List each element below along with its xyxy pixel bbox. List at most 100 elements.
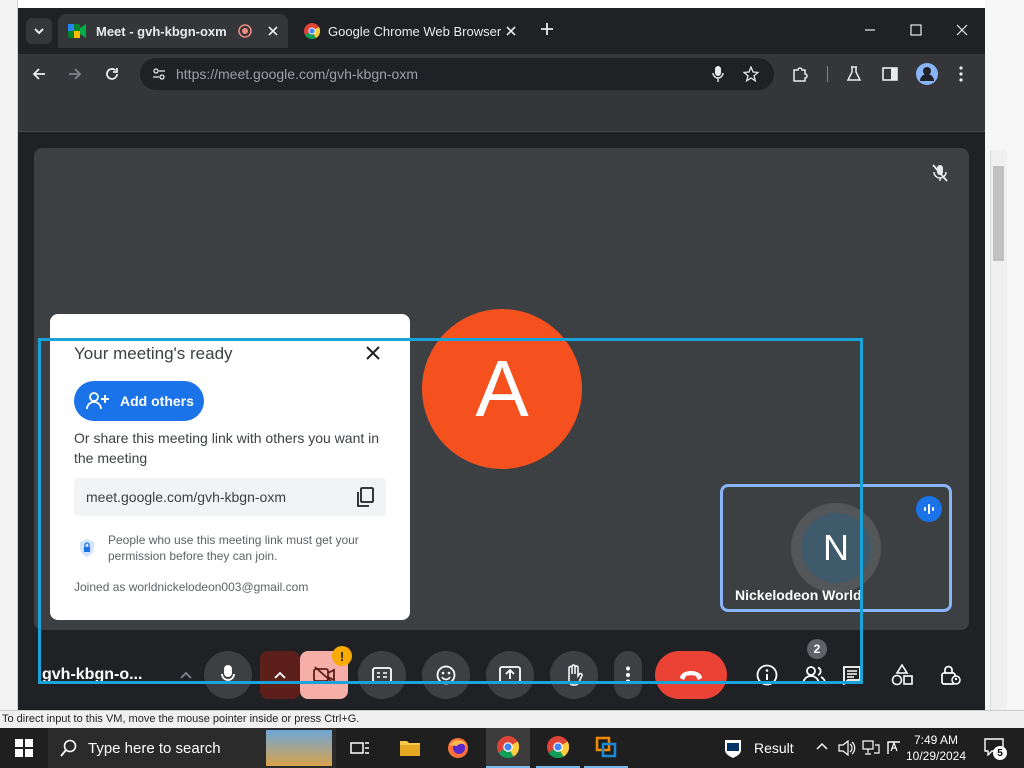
chrome-window: Meet - gvh-kbgn-oxm Google Chrome Web Br…	[18, 8, 985, 710]
minimize-button[interactable]	[864, 24, 876, 36]
shapes-icon	[891, 664, 913, 686]
share-text: Or share this meeting link with others y…	[74, 430, 380, 466]
task-view-button[interactable]	[338, 728, 382, 768]
nfl-icon	[724, 738, 742, 758]
tab-title: Meet - gvh-kbgn-oxm	[96, 23, 227, 39]
tab-chrome[interactable]: Google Chrome Web Browser	[294, 14, 526, 48]
meeting-details-button[interactable]	[743, 651, 791, 699]
chat-icon	[843, 666, 861, 685]
star-icon[interactable]	[743, 66, 759, 82]
vmware-taskbar-button[interactable]	[584, 728, 628, 768]
shield-lock-icon	[78, 538, 96, 558]
address-bar[interactable]: https://meet.google.com/gvh-kbgn-oxm	[140, 58, 774, 90]
present-button[interactable]	[486, 651, 534, 699]
audio-options-button[interactable]	[168, 651, 204, 699]
url-text: https://meet.google.com/gvh-kbgn-oxm	[176, 66, 419, 82]
menu-button[interactable]	[958, 66, 964, 82]
meet-content: A Your meeting's ready Add others Or sha…	[18, 132, 985, 710]
close-icon	[366, 346, 380, 360]
self-name: Nickelodeon World	[735, 587, 862, 603]
microphone-icon	[221, 665, 235, 684]
more-options-button[interactable]	[614, 651, 642, 699]
close-dialog-button[interactable]	[366, 346, 380, 360]
host-scrollbar-thumb[interactable]	[993, 166, 1004, 261]
activities-button[interactable]	[878, 651, 926, 699]
show-hidden-icons-button[interactable]	[816, 742, 828, 750]
site-info-icon[interactable]	[152, 67, 166, 81]
vmware-icon	[595, 736, 617, 758]
side-panel-button[interactable]	[882, 66, 898, 82]
dialog-title: Your meeting's ready	[74, 344, 233, 363]
chrome-taskbar-button[interactable]	[486, 728, 530, 768]
windows-logo-icon	[15, 739, 33, 757]
reload-button[interactable]	[104, 66, 120, 82]
present-screen-icon	[499, 666, 521, 684]
microphone-button[interactable]	[204, 651, 252, 699]
ime-icon[interactable]	[886, 740, 902, 756]
chrome-profile-taskbar-button[interactable]	[536, 728, 580, 768]
muted-indicator	[932, 164, 948, 182]
reactions-button[interactable]	[422, 651, 470, 699]
info-icon	[756, 664, 778, 686]
clock-time: 7:49 AM	[913, 733, 959, 747]
close-window-button[interactable]	[956, 24, 968, 36]
chevron-up-icon	[816, 742, 828, 750]
tab-meet[interactable]: Meet - gvh-kbgn-oxm	[58, 14, 288, 48]
emoji-icon	[436, 665, 456, 685]
start-button[interactable]	[2, 728, 46, 768]
captions-button[interactable]	[358, 651, 406, 699]
windows-taskbar: Type here to search Result 7:49 AM 10/29…	[0, 728, 1024, 768]
meeting-link: meet.google.com/gvh-kbgn-oxm	[86, 489, 286, 505]
clock-date: 10/29/2024	[905, 749, 967, 763]
puzzle-icon	[793, 67, 808, 82]
self-view-tile[interactable]: N Nickelodeon World	[720, 484, 952, 612]
host-controls-button[interactable]	[926, 651, 974, 699]
meeting-link-field[interactable]: meet.google.com/gvh-kbgn-oxm	[74, 478, 386, 516]
toolbar-divider	[827, 66, 828, 82]
new-tab-button[interactable]	[540, 22, 554, 36]
permission-text: People who use this meeting link must ge…	[108, 533, 359, 563]
recording-icon	[238, 24, 252, 38]
extensions-button[interactable]	[792, 66, 808, 82]
camera-warning-badge: !	[332, 646, 352, 666]
task-view-icon	[350, 742, 369, 754]
leave-call-button[interactable]	[655, 651, 727, 699]
flask-icon	[846, 66, 862, 81]
people-icon	[802, 666, 826, 685]
notifications-button[interactable]: 5	[984, 738, 1007, 760]
maximize-button[interactable]	[910, 24, 922, 36]
minimize-icon	[865, 29, 875, 31]
tab-search-button[interactable]	[26, 18, 52, 44]
labs-button[interactable]	[846, 66, 862, 82]
tab-title: Google Chrome Web Browser	[328, 23, 502, 39]
meeting-controls: gvh-kbgn-o... ! 2	[18, 636, 985, 710]
network-icon[interactable]	[862, 740, 880, 756]
copy-icon[interactable]	[356, 487, 374, 507]
meeting-ready-dialog: Your meeting's ready Add others Or share…	[50, 314, 410, 620]
taskbar-search[interactable]: Type here to search	[48, 728, 336, 768]
forward-button[interactable]	[68, 67, 82, 81]
file-explorer-button[interactable]	[388, 728, 432, 768]
firefox-button[interactable]	[436, 728, 480, 768]
close-tab-icon[interactable]	[268, 26, 278, 36]
taskbar-clock[interactable]: 7:49 AM 10/29/2024	[904, 732, 968, 764]
close-tab-icon[interactable]	[506, 26, 516, 36]
volume-icon[interactable]	[838, 740, 856, 756]
more-vert-icon	[959, 66, 963, 82]
notification-count: 5	[993, 746, 1007, 760]
chrome-logo-icon	[304, 23, 320, 39]
microphone-icon[interactable]	[712, 66, 724, 82]
profile-avatar[interactable]	[916, 63, 938, 85]
video-options-button[interactable]	[260, 651, 300, 699]
add-others-button[interactable]: Add others	[74, 381, 204, 421]
chat-button[interactable]	[828, 651, 876, 699]
weather-result-label[interactable]: Result	[754, 740, 794, 756]
more-vert-icon	[626, 666, 630, 684]
audio-bars-icon	[924, 504, 934, 514]
plus-icon	[541, 23, 553, 35]
folder-icon	[400, 741, 420, 756]
raise-hand-button[interactable]	[550, 651, 598, 699]
back-button[interactable]	[32, 67, 46, 81]
add-others-label: Add others	[120, 393, 194, 409]
bookmarks-bar	[18, 94, 985, 132]
